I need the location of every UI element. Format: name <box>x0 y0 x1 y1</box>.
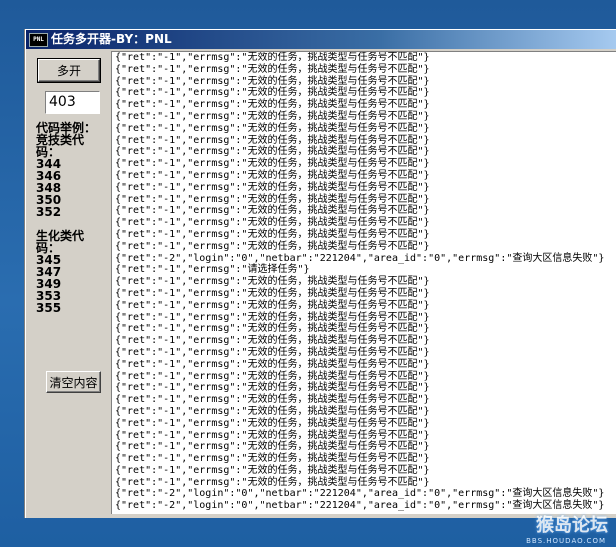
log-line: {"ret":"-1","errmsg":"无效的任务，挑战类型与任务号不匹配"… <box>115 276 430 288</box>
log-line: {"ret":"-1","errmsg":"无效的任务，挑战类型与任务号不匹配"… <box>115 205 430 217</box>
log-line: {"ret":"-1","errmsg":"无效的任务，挑战类型与任务号不匹配"… <box>115 110 430 122</box>
log-line: {"ret":"-1","errmsg":"无效的任务，挑战类型与任务号不匹配"… <box>115 228 430 240</box>
log-line: {"ret":"-1","errmsg":"无效的任务，挑战类型与任务号不匹配"… <box>115 240 430 252</box>
log-line: {"ret":"-1","errmsg":"无效的任务，挑战类型与任务号不匹配"… <box>115 169 430 181</box>
log-line: {"ret":"-1","errmsg":"请选择任务"} <box>115 264 310 276</box>
log-line: {"ret":"-1","errmsg":"无效的任务，挑战类型与任务号不匹配"… <box>115 75 430 87</box>
log-line: {"ret":"-1","errmsg":"无效的任务，挑战类型与任务号不匹配"… <box>115 299 430 311</box>
log-line: {"ret":"-1","errmsg":"无效的任务，挑战类型与任务号不匹配"… <box>115 146 430 158</box>
log-line: {"ret":"-1","errmsg":"无效的任务，挑战类型与任务号不匹配"… <box>115 134 430 146</box>
log-line: {"ret":"-1","errmsg":"无效的任务，挑战类型与任务号不匹配"… <box>115 358 430 370</box>
log-line: {"ret":"-2","login":"0","netbar":"221204… <box>115 252 605 264</box>
log-line: {"ret":"-1","errmsg":"无效的任务，挑战类型与任务号不匹配"… <box>115 370 430 382</box>
log-line: {"ret":"-1","errmsg":"无效的任务，挑战类型与任务号不匹配"… <box>115 63 430 75</box>
log-line: {"ret":"-1","errmsg":"无效的任务，挑战类型与任务号不匹配"… <box>115 217 430 229</box>
log-line: {"ret":"-1","errmsg":"无效的任务，挑战类型与任务号不匹配"… <box>115 453 430 465</box>
log-line: {"ret":"-1","errmsg":"无效的任务，挑战类型与任务号不匹配"… <box>115 158 430 170</box>
log-line: {"ret":"-1","errmsg":"无效的任务，挑战类型与任务号不匹配"… <box>115 417 430 429</box>
log-line: {"ret":"-1","errmsg":"无效的任务，挑战类型与任务号不匹配"… <box>115 193 430 205</box>
log-line: {"ret":"-1","errmsg":"无效的任务，挑战类型与任务号不匹配"… <box>115 394 430 406</box>
multi-open-button[interactable]: 多开 <box>37 58 101 83</box>
log-line: {"ret":"-2","login":"0","netbar":"221204… <box>115 488 605 500</box>
log-line: {"ret":"-1","errmsg":"无效的任务，挑战类型与任务号不匹配"… <box>115 382 430 394</box>
log-line: {"ret":"-1","errmsg":"无效的任务，挑战类型与任务号不匹配"… <box>115 441 430 453</box>
title-bar[interactable]: PNL 任务多开器-BY：PNL <box>26 30 616 49</box>
log-line: {"ret":"-1","errmsg":"无效的任务，挑战类型与任务号不匹配"… <box>115 464 430 476</box>
log-line: {"ret":"-1","errmsg":"无效的任务，挑战类型与任务号不匹配"… <box>115 99 430 111</box>
app-window: PNL 任务多开器-BY：PNL 多开 403 代码举例： 竞技类代 码： 34… <box>25 29 616 518</box>
clear-content-button[interactable]: 清空内容 <box>46 371 101 393</box>
window-title: 任务多开器-BY：PNL <box>51 32 172 46</box>
log-line: {"ret":"-1","errmsg":"无效的任务，挑战类型与任务号不匹配"… <box>115 323 430 335</box>
code-examples-panel: 代码举例： 竞技类代 码： 344 346 348 350 352 生化类代 码… <box>36 122 111 314</box>
log-line: {"ret":"-1","errmsg":"无效的任务，挑战类型与任务号不匹配"… <box>115 122 430 134</box>
log-line: {"ret":"-1","errmsg":"无效的任务，挑战类型与任务号不匹配"… <box>115 87 430 99</box>
log-line: {"ret":"-1","errmsg":"无效的任务，挑战类型与任务号不匹配"… <box>115 181 430 193</box>
biochem-code: 355 <box>36 301 62 315</box>
log-line: {"ret":"-1","errmsg":"无效的任务，挑战类型与任务号不匹配"… <box>115 429 430 441</box>
log-line: {"ret":"-1","errmsg":"无效的任务，挑战类型与任务号不匹配"… <box>115 311 430 323</box>
log-line: {"ret":"-1","errmsg":"无效的任务，挑战类型与任务号不匹配"… <box>115 405 430 417</box>
app-icon: PNL <box>29 33 48 47</box>
count-input[interactable]: 403 <box>45 91 100 114</box>
log-line: {"ret":"-1","errmsg":"无效的任务，挑战类型与任务号不匹配"… <box>115 52 430 63</box>
log-line: {"ret":"-1","errmsg":"无效的任务，挑战类型与任务号不匹配"… <box>115 335 430 347</box>
log-output-textarea[interactable]: {"ret":"-1","errmsg":"无效的任务，挑战类型与任务号不匹配"… <box>111 51 616 514</box>
log-line: {"ret":"-1","errmsg":"无效的任务，挑战类型与任务号不匹配"… <box>115 287 430 299</box>
watermark-logo: 猴岛论坛 <box>536 515 608 536</box>
competitive-code: 352 <box>36 205 62 219</box>
log-line: {"ret":"-1","errmsg":"无效的任务，挑战类型与任务号不匹配"… <box>115 346 430 358</box>
watermark-url: BBS.HOUDAO.COM <box>526 537 606 545</box>
log-line: {"ret":"-1","errmsg":"无效的任务，挑战类型与任务号不匹配"… <box>115 476 430 488</box>
